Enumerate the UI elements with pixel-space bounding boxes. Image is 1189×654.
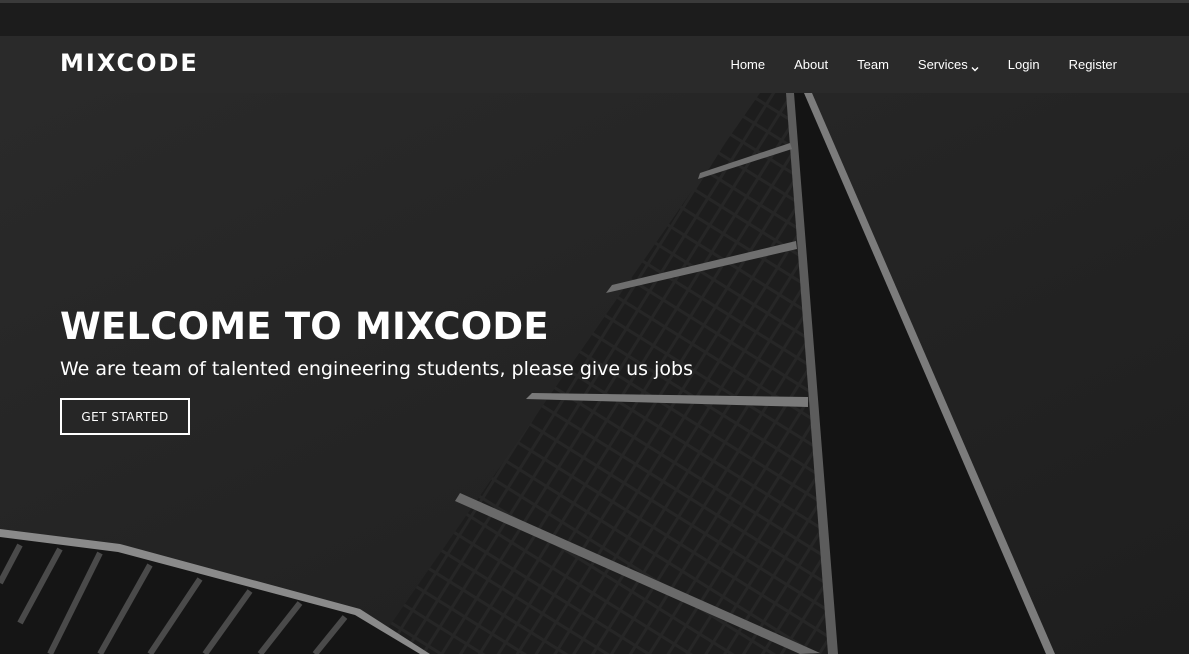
chevron-down-icon: [971, 61, 979, 71]
nav-item-label: Team: [857, 57, 889, 72]
nav-item-team[interactable]: Team: [857, 57, 889, 72]
nav-item-register[interactable]: Register: [1069, 57, 1117, 72]
nav-menu: Home About Team Services Login Register: [701, 36, 1117, 93]
nav-item-about[interactable]: About: [794, 57, 828, 72]
hero-content: WELCOME TO MIXCODE We are team of talent…: [60, 305, 693, 435]
nav-item-label: Services: [917, 57, 968, 72]
nav-item-services[interactable]: Services: [918, 57, 979, 72]
nav-item-label: Register: [1068, 57, 1117, 72]
navbar: MIXCODE Home About Team Services Login R…: [0, 36, 1189, 93]
nav-item-login[interactable]: Login: [1008, 57, 1040, 72]
page: MIXCODE Home About Team Services Login R…: [0, 0, 1189, 654]
get-started-button[interactable]: GET STARTED: [60, 398, 190, 435]
nav-item-home[interactable]: Home: [730, 57, 765, 72]
hero-title: WELCOME TO MIXCODE: [60, 305, 549, 348]
nav-item-label: Home: [730, 57, 766, 72]
hero-subtitle: We are team of talented engineering stud…: [60, 358, 693, 380]
nav-item-label: About: [794, 57, 829, 72]
nav-item-label: Login: [1007, 57, 1040, 72]
hero-section: WELCOME TO MIXCODE We are team of talent…: [0, 93, 1189, 654]
logo[interactable]: MIXCODE: [60, 49, 199, 77]
browser-top-strip: [0, 0, 1189, 36]
